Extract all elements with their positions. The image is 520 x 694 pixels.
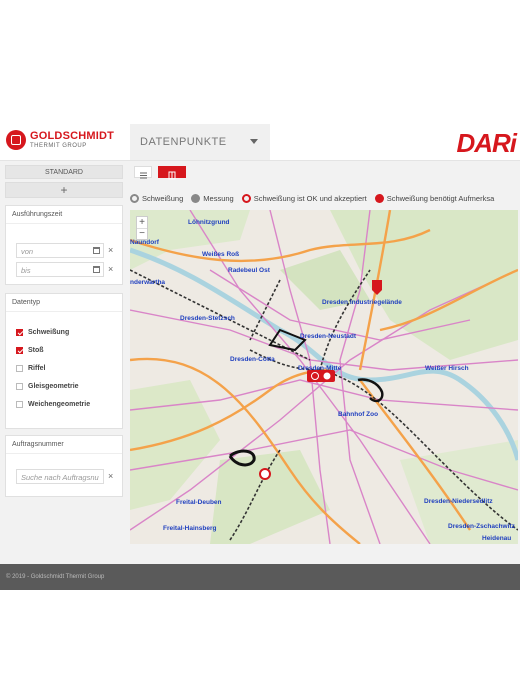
map-legend: Schweißung Messung Schweißung ist OK und… — [130, 191, 520, 205]
clear-order-number-button[interactable]: × — [108, 471, 113, 481]
standard-button[interactable]: STANDARD — [5, 165, 123, 179]
map-label: Heidenau — [482, 535, 511, 542]
checkbox-riffel[interactable]: Riffel — [16, 365, 46, 372]
chevron-down-icon — [250, 139, 258, 144]
add-filter-button[interactable]: + — [5, 182, 123, 198]
map-label: Dresden-Zschachwitz — [448, 523, 516, 530]
datapoints-select[interactable]: DATENPUNKTE — [130, 124, 270, 160]
measure-icon — [191, 193, 201, 203]
data-type-title: Datentyp — [6, 294, 122, 312]
data-type-panel: Datentyp Schweißung Stoß Riffel Gleisgeo… — [5, 293, 123, 429]
map-label: Bahnhof Zoo — [338, 411, 378, 418]
execution-time-title: Ausführungszeit — [6, 206, 122, 224]
map-label: Weißer Hirsch — [425, 365, 469, 372]
clear-date-from-button[interactable]: × — [108, 245, 113, 255]
calendar-icon[interactable] — [93, 247, 100, 254]
legend-weld: Schweißung — [130, 193, 183, 203]
goldschmidt-logo[interactable]: GOLDSCHMIDT THERMIT GROUP — [6, 130, 114, 150]
goldschmidt-logo-icon — [6, 130, 26, 150]
map-label: Löhnitzgrund — [188, 219, 230, 226]
weld-icon — [130, 193, 139, 203]
map-marker-ok[interactable] — [259, 468, 271, 480]
execution-time-panel: Ausführungszeit von × bis × — [5, 205, 123, 285]
map-label: Naundorf — [130, 239, 160, 246]
checkbox-weichengeometrie[interactable]: Weichengeometrie — [16, 401, 90, 408]
date-from-field[interactable]: von — [16, 243, 104, 258]
app-window: GOLDSCHMIDT THERMIT GROUP DATENPUNKTE DA… — [0, 124, 520, 590]
order-number-panel: Auftragsnummer Suche nach Auftragsnu × — [5, 435, 123, 497]
footer: © 2019 - Goldschmidt Thermit Group — [0, 564, 520, 590]
map-label: Freital-Hainsberg — [163, 525, 216, 532]
checkbox-stoss[interactable]: Stoß — [16, 347, 44, 354]
clear-date-to-button[interactable]: × — [108, 264, 113, 274]
map-view-button[interactable] — [158, 166, 186, 180]
order-number-title: Auftragsnummer — [6, 436, 122, 454]
checkbox-icon[interactable] — [16, 383, 23, 390]
map-label: nderwartha — [130, 279, 165, 286]
zoom-control: + − — [136, 216, 148, 240]
dari-logo: DARi — [456, 128, 517, 158]
checkbox-gleisgeometrie[interactable]: Gleisgeometrie — [16, 383, 79, 390]
checkbox-checked-icon[interactable] — [16, 329, 23, 336]
checkbox-schweissung[interactable]: Schweißung — [16, 329, 69, 336]
attention-icon — [374, 193, 384, 203]
ok-icon — [241, 193, 251, 203]
datapoints-select-value: DATENPUNKTE — [140, 136, 227, 148]
map-label: Dresden-Cotta — [230, 356, 275, 363]
checkbox-icon[interactable] — [16, 365, 23, 372]
map-label: Freital-Deuben — [176, 499, 222, 506]
map-canvas[interactable]: Löhnitzgrund Naundorf Weißes Roß Radebeu… — [130, 210, 518, 544]
map-label: Dresden-Neustadt — [300, 333, 357, 340]
legend-measure: Messung — [191, 193, 234, 203]
map-icon — [168, 171, 176, 180]
map-label: Dresden Industriegelände — [322, 299, 402, 306]
brand-subtitle: THERMIT GROUP — [30, 143, 87, 149]
checkbox-icon[interactable] — [16, 401, 23, 408]
top-bar: GOLDSCHMIDT THERMIT GROUP DATENPUNKTE DA… — [0, 124, 520, 161]
calendar-icon[interactable] — [93, 266, 100, 273]
map-view[interactable]: Löhnitzgrund Naundorf Weißes Roß Radebeu… — [130, 210, 518, 544]
checkbox-checked-icon[interactable] — [16, 347, 23, 354]
brand-name: GOLDSCHMIDT — [30, 130, 115, 142]
list-icon — [140, 172, 147, 179]
map-label: Weißes Roß — [202, 251, 239, 258]
filter-sidebar: STANDARD + Ausführungszeit von × bis × D… — [0, 162, 128, 590]
legend-ok: Schweißung ist OK und akzeptiert — [241, 193, 367, 203]
map-label: Radebeul Ost — [228, 267, 271, 274]
map-label: Dresden-Stetzsch — [180, 315, 235, 322]
map-label: Dresden-Mitte — [298, 365, 342, 372]
zoom-out-button[interactable]: − — [137, 229, 147, 240]
legend-attention: Schweißung benötigt Aufmerksa — [374, 193, 494, 203]
date-to-field[interactable]: bis — [16, 262, 104, 277]
list-view-button[interactable] — [134, 166, 152, 179]
map-label: Dresden-Niedersedlitz — [424, 498, 493, 505]
order-number-search-input[interactable]: Suche nach Auftragsnu — [16, 469, 104, 484]
